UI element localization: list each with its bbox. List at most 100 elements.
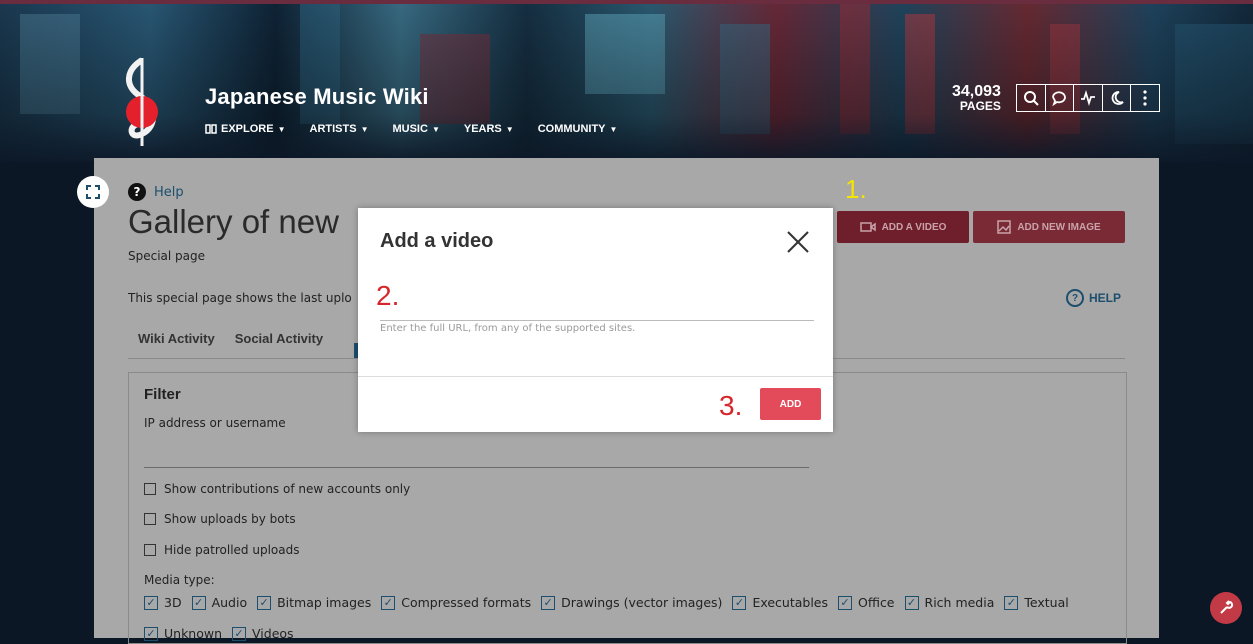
media-type-label-text: Rich media bbox=[924, 595, 995, 610]
checked-checkbox-icon[interactable]: ✓ bbox=[904, 595, 919, 610]
wrench-icon bbox=[1220, 600, 1234, 614]
page-title: Gallery of new bbox=[128, 203, 339, 240]
search-icon bbox=[1023, 91, 1039, 106]
dark-mode-button[interactable] bbox=[1103, 85, 1132, 111]
checkbox-box[interactable] bbox=[144, 513, 156, 525]
checkbox-label: Hide patrolled uploads bbox=[164, 543, 300, 557]
checked-checkbox-icon[interactable]: ✓ bbox=[191, 595, 206, 610]
media-type-label-text: Drawings (vector images) bbox=[561, 595, 723, 610]
nav-music[interactable]: MUSIC ▼ bbox=[392, 123, 439, 135]
nav-artists[interactable]: ARTISTS ▼ bbox=[310, 123, 369, 135]
add-new-image-label: ADD NEW IMAGE bbox=[1017, 221, 1101, 233]
fullscreen-toggle-button[interactable] bbox=[77, 176, 109, 208]
more-button[interactable] bbox=[1131, 85, 1159, 111]
media-type-office[interactable]: ✓ Office bbox=[838, 595, 895, 610]
explore-icon bbox=[205, 124, 217, 134]
media-type-textual[interactable]: ✓ Textual bbox=[1004, 595, 1069, 610]
checkbox-new-accounts[interactable]: Show contributions of new accounts only bbox=[144, 482, 410, 496]
ip-username-input[interactable] bbox=[144, 467, 809, 468]
help-link-secondary[interactable]: ? HELP bbox=[1066, 289, 1121, 307]
activity-icon bbox=[1080, 90, 1095, 106]
nav-community[interactable]: COMMUNITY ▼ bbox=[538, 123, 618, 135]
help-link[interactable]: ? Help bbox=[128, 183, 184, 201]
checked-checkbox-icon[interactable]: ✓ bbox=[381, 595, 396, 610]
checkbox-label: Show uploads by bots bbox=[164, 512, 296, 526]
modal-title: Add a video bbox=[380, 230, 494, 252]
media-type-rich-media[interactable]: ✓ Rich media bbox=[904, 595, 995, 610]
media-type-label-text: Office bbox=[858, 595, 895, 610]
page-subtitle: Special page bbox=[128, 249, 206, 263]
help-circle-icon: ? bbox=[1066, 289, 1084, 307]
checked-checkbox-icon[interactable]: ✓ bbox=[257, 595, 272, 610]
media-type-unknown[interactable]: ✓ Unknown bbox=[144, 626, 222, 641]
annotation-step-2: 2. bbox=[376, 280, 400, 311]
add-video-button[interactable]: ADD A VIDEO bbox=[837, 211, 969, 243]
media-type-options-row2: ✓ Unknown ✓ Videos bbox=[144, 626, 294, 641]
tab-social-activity[interactable]: Social Activity bbox=[225, 331, 333, 346]
media-type-label-text: Videos bbox=[252, 626, 294, 641]
nav-explore[interactable]: EXPLORE ▼ bbox=[205, 123, 286, 135]
tab-wiki-activity[interactable]: Wiki Activity bbox=[128, 331, 225, 346]
media-type-label-text: Textual bbox=[1024, 595, 1069, 610]
chevron-down-icon: ▼ bbox=[277, 124, 286, 134]
dark-mode-icon bbox=[1111, 91, 1124, 105]
nav-artists-label: ARTISTS bbox=[309, 123, 357, 135]
ip-username-label: IP address or username bbox=[144, 416, 286, 430]
checkbox-box[interactable] bbox=[144, 483, 156, 495]
modal-footer-divider bbox=[358, 376, 833, 377]
media-type-drawings[interactable]: ✓ Drawings (vector images) bbox=[541, 595, 722, 610]
media-type-label-text: Bitmap images bbox=[277, 595, 372, 610]
help-link-secondary-label: HELP bbox=[1089, 291, 1122, 305]
discussions-button[interactable] bbox=[1046, 85, 1075, 111]
wiki-header-banner: Japanese Music Wiki EXPLORE ▼ ARTISTS ▼ MU… bbox=[0, 0, 1253, 162]
pages-counter: 34,093 PAGES bbox=[952, 83, 1001, 113]
annotation-step-3: 3. bbox=[719, 390, 743, 421]
url-hint-text: Enter the full URL, from any of the supp… bbox=[380, 323, 636, 334]
checked-checkbox-icon[interactable]: ✓ bbox=[541, 595, 556, 610]
add-new-image-button[interactable]: ADD NEW IMAGE bbox=[973, 211, 1125, 243]
video-url-input[interactable] bbox=[380, 290, 814, 321]
discussions-icon bbox=[1052, 91, 1067, 106]
checked-checkbox-icon[interactable]: ✓ bbox=[232, 626, 247, 641]
media-type-label-text: 3D bbox=[164, 595, 182, 610]
chevron-down-icon: ▼ bbox=[505, 124, 514, 134]
media-type-bitmap[interactable]: ✓ Bitmap images bbox=[257, 595, 371, 610]
checked-checkbox-icon[interactable]: ✓ bbox=[144, 626, 158, 641]
search-button[interactable] bbox=[1017, 85, 1046, 111]
pages-count-number: 34,093 bbox=[952, 83, 1001, 100]
activity-button[interactable] bbox=[1074, 85, 1103, 111]
page-intro-text: This special page shows the last uplo bbox=[128, 291, 352, 305]
help-icon: ? bbox=[128, 183, 146, 201]
media-type-3d[interactable]: ✓ 3D bbox=[144, 595, 182, 610]
activity-tabs: Wiki Activity Social Activity bbox=[128, 331, 333, 346]
wiki-name[interactable]: Japanese Music Wiki bbox=[205, 84, 429, 110]
checked-checkbox-icon[interactable]: ✓ bbox=[1004, 595, 1019, 610]
media-type-executables[interactable]: ✓ Executables bbox=[732, 595, 828, 610]
wiki-nav: EXPLORE ▼ ARTISTS ▼ MUSIC ▼ YEARS ▼ COMMUNIT… bbox=[205, 123, 617, 135]
checkbox-bots[interactable]: Show uploads by bots bbox=[144, 512, 296, 526]
annotation-step-1: 1. bbox=[845, 174, 867, 204]
checkbox-hide-patrolled[interactable]: Hide patrolled uploads bbox=[144, 543, 299, 557]
admin-tools-button[interactable] bbox=[1210, 592, 1242, 624]
checked-checkbox-icon[interactable]: ✓ bbox=[838, 595, 853, 610]
nav-community-label: COMMUNITY bbox=[537, 123, 606, 135]
video-camera-icon bbox=[859, 222, 876, 232]
checked-checkbox-icon[interactable]: ✓ bbox=[144, 595, 158, 610]
media-type-compressed[interactable]: ✓ Compressed formats bbox=[381, 595, 531, 610]
close-button[interactable] bbox=[786, 230, 810, 254]
nav-years[interactable]: YEARS ▼ bbox=[464, 123, 514, 135]
add-button[interactable]: ADD bbox=[760, 388, 821, 420]
media-type-options: ✓ 3D ✓ Audio ✓ Bitmap images ✓ Compressed fo… bbox=[144, 595, 1069, 610]
media-type-label-text: Compressed formats bbox=[401, 595, 532, 610]
media-type-videos[interactable]: ✓ Videos bbox=[232, 626, 294, 641]
add-video-modal: Add a video 2. Enter the full URL, from … bbox=[358, 208, 833, 432]
chevron-down-icon: ▼ bbox=[360, 124, 369, 134]
checkbox-box[interactable] bbox=[144, 544, 156, 556]
wiki-logo[interactable] bbox=[118, 56, 166, 148]
media-type-label-text: Executables bbox=[752, 595, 829, 610]
header-toolbar bbox=[1016, 84, 1160, 112]
filter-title: Filter bbox=[144, 386, 181, 403]
more-icon bbox=[1143, 90, 1147, 106]
checked-checkbox-icon[interactable]: ✓ bbox=[732, 595, 747, 610]
media-type-audio[interactable]: ✓ Audio bbox=[191, 595, 247, 610]
